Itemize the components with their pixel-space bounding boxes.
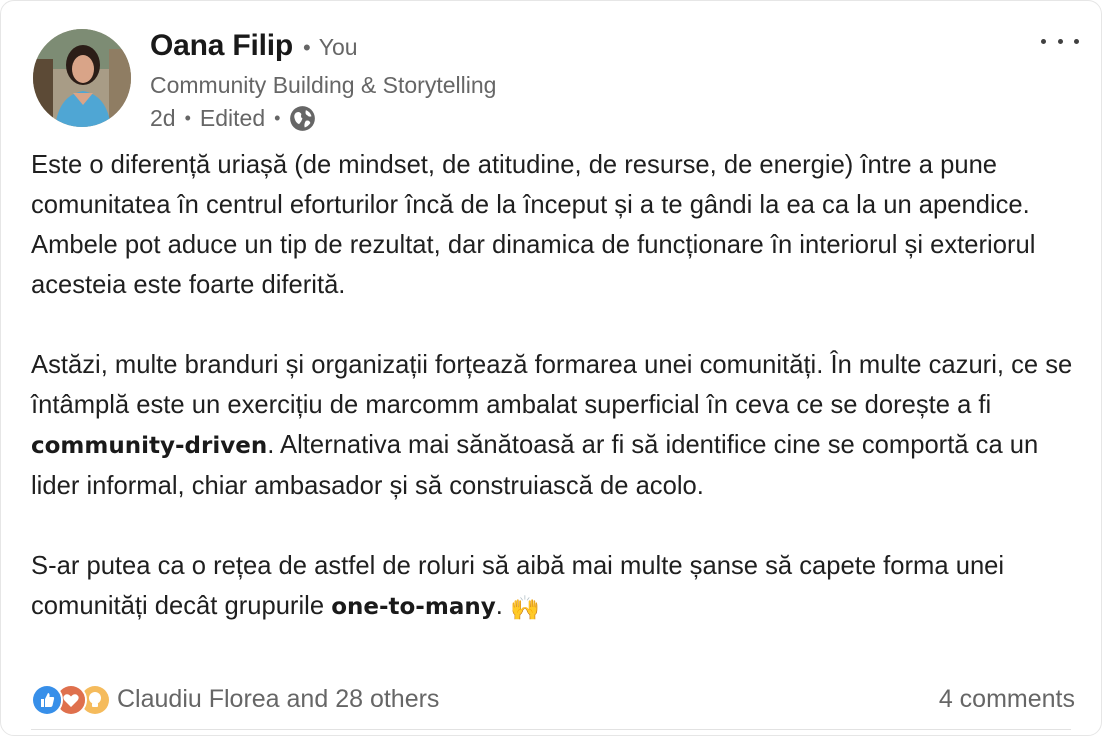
more-dot: [1041, 38, 1046, 44]
raised-hands-emoji: 🙌: [509, 594, 540, 622]
comments-count[interactable]: 4 comments: [939, 681, 1075, 717]
more-dot: [1057, 38, 1063, 44]
reactions-summary[interactable]: Claudiu Florea and 28 others: [31, 681, 439, 717]
post-text: .: [495, 592, 503, 620]
bold-text: one-to-many: [331, 594, 496, 620]
reactions-text[interactable]: Claudiu Florea and 28 others: [117, 685, 439, 714]
globe-icon[interactable]: [289, 105, 316, 132]
more-options-icon[interactable]: [1041, 29, 1079, 53]
more-dot: [1074, 38, 1079, 44]
post-paragraph: Este o diferență uriașă (de mindset, de …: [31, 151, 1036, 299]
author-avatar[interactable]: [33, 29, 131, 127]
post-timestamp-row: 2d • Edited •: [150, 101, 496, 135]
post-text: Astăzi, multe branduri și organizații fo…: [31, 351, 1073, 419]
avatar-photo: [33, 29, 131, 127]
post-paragraph: Astăzi, multe branduri și organizații fo…: [31, 345, 1081, 506]
post-card: Oana Filip • You Community Building & St…: [0, 0, 1102, 736]
author-name[interactable]: Oana Filip: [150, 29, 293, 63]
author-name-row: Oana Filip • You: [150, 29, 496, 67]
post-header: Oana Filip • You Community Building & St…: [33, 29, 1077, 131]
author-relation: You: [318, 34, 358, 60]
separator-dot: •: [184, 107, 191, 128]
social-counts: Claudiu Florea and 28 others 4 comments: [31, 681, 1075, 717]
like-icon: [31, 684, 63, 716]
post-paragraph: S-ar putea ca o rețea de astfel de rolur…: [31, 546, 1081, 628]
reaction-icons: [31, 684, 111, 716]
author-headline: Community Building & Storytelling: [150, 72, 497, 98]
author-meta: Oana Filip • You Community Building & St…: [150, 29, 496, 135]
post-time[interactable]: 2d: [150, 105, 176, 132]
edited-label: Edited: [199, 104, 266, 131]
separator-dot: •: [303, 35, 311, 60]
post-body: Este o diferență uriașă (de mindset, de …: [31, 145, 1081, 628]
separator-dot: •: [274, 107, 281, 128]
bold-text: community-driven: [31, 433, 268, 459]
footer-divider: [31, 729, 1071, 730]
